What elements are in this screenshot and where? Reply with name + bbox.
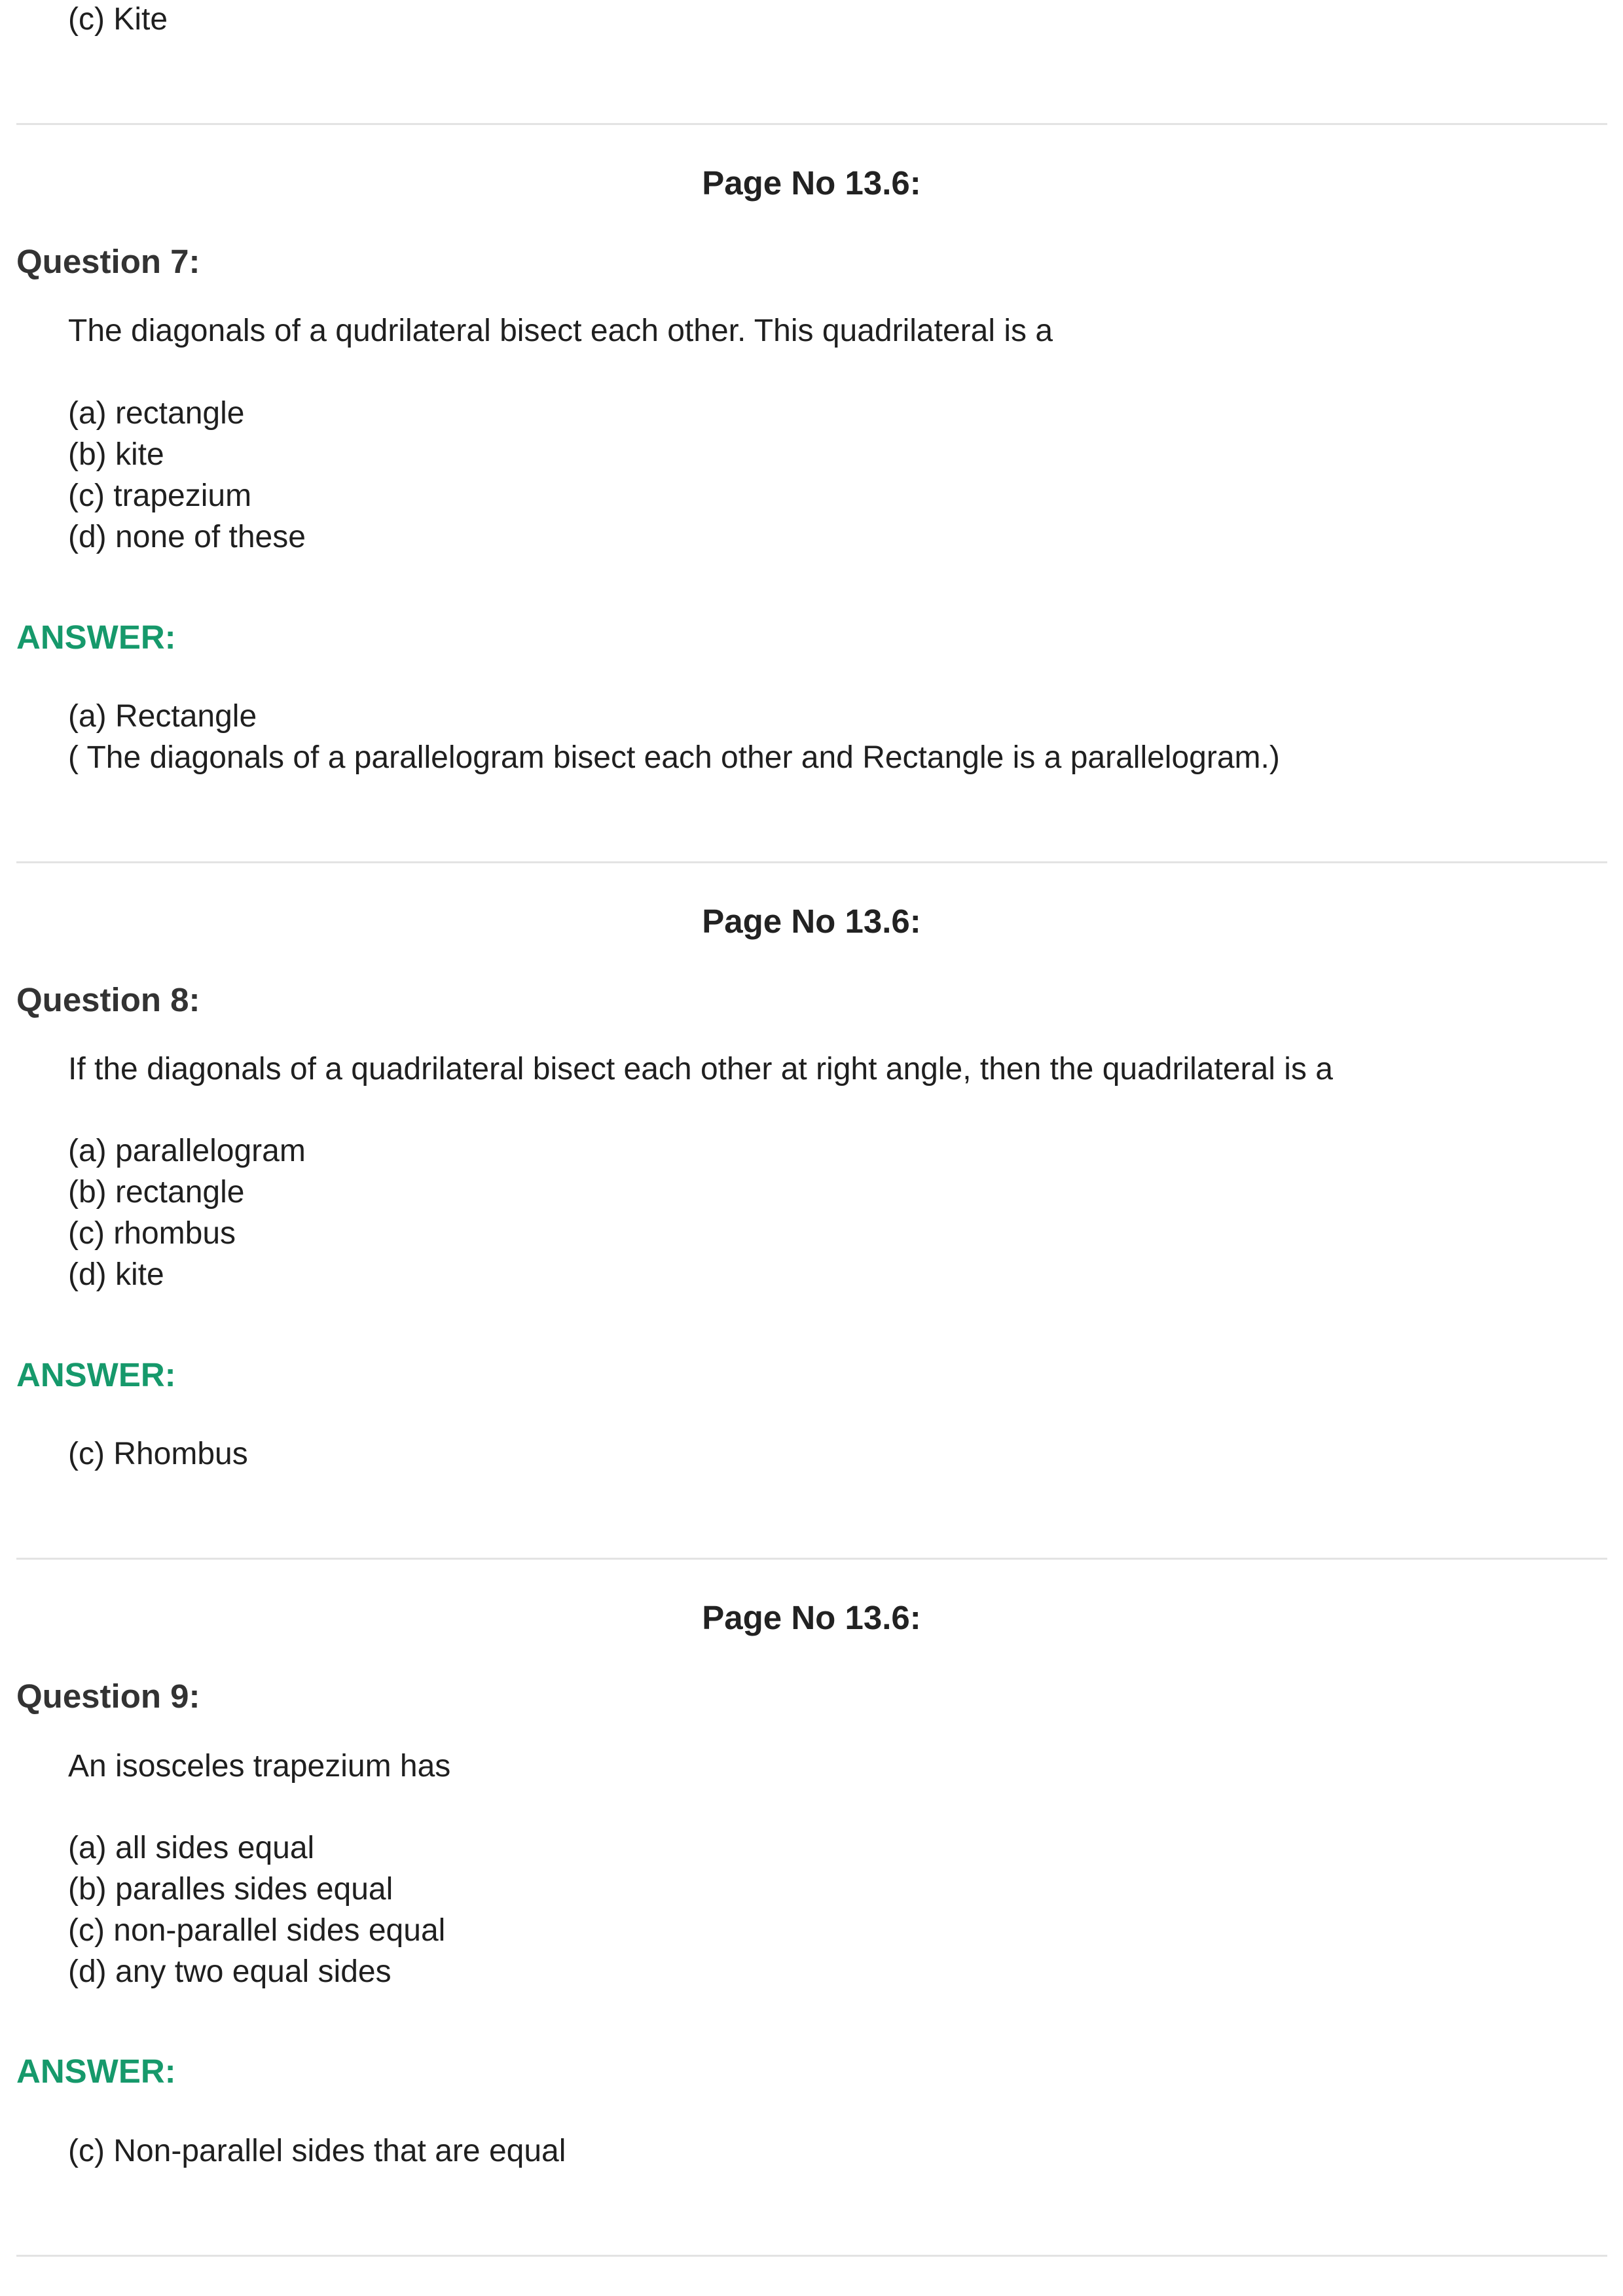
- document-page: (c) Kite Page No 13.6: Question 7: The d…: [0, 0, 1623, 2296]
- section-divider: [16, 123, 1607, 125]
- section-divider: [16, 1558, 1607, 1560]
- option-b: (b) kite: [68, 437, 164, 472]
- question-text: An isosceles trapezium has: [68, 1749, 451, 1784]
- answer-label: ANSWER:: [16, 1356, 176, 1393]
- option-c: (c) trapezium: [68, 478, 252, 513]
- section-divider: [16, 2255, 1607, 2257]
- page-number-heading: Page No 13.6:: [702, 1599, 921, 1636]
- page-number-heading: Page No 13.6:: [702, 164, 921, 202]
- question-label: Question 9:: [16, 1677, 200, 1715]
- option-c: (c) non-parallel sides equal: [68, 1913, 446, 1948]
- option-d: (d) none of these: [68, 520, 306, 554]
- option-b: (b) rectangle: [68, 1175, 245, 1210]
- answer-line: (a) Rectangle: [68, 699, 257, 734]
- previous-answer-fragment: (c) Kite: [68, 2, 168, 37]
- answer-line: (c) Rhombus: [68, 1437, 248, 1471]
- option-d: (d) kite: [68, 1257, 164, 1292]
- question-text: If the diagonals of a quadrilateral bise…: [68, 1052, 1333, 1086]
- option-b: (b) paralles sides equal: [68, 1872, 393, 1907]
- question-label: Question 8:: [16, 981, 200, 1018]
- section-divider: [16, 861, 1607, 863]
- page-number-heading: Page No 13.6:: [702, 903, 921, 940]
- answer-label: ANSWER:: [16, 2053, 176, 2090]
- answer-label: ANSWER:: [16, 619, 176, 656]
- answer-line: (c) Non-parallel sides that are equal: [68, 2134, 566, 2168]
- option-c: (c) rhombus: [68, 1216, 236, 1251]
- question-label: Question 7:: [16, 243, 200, 280]
- question-text: The diagonals of a qudrilateral bisect e…: [68, 314, 1053, 348]
- option-a: (a) parallelogram: [68, 1134, 306, 1168]
- option-a: (a) rectangle: [68, 396, 245, 431]
- option-d: (d) any two equal sides: [68, 1954, 392, 1989]
- option-a: (a) all sides equal: [68, 1831, 315, 1865]
- answer-explanation: ( The diagonals of a parallelogram bisec…: [68, 740, 1280, 775]
